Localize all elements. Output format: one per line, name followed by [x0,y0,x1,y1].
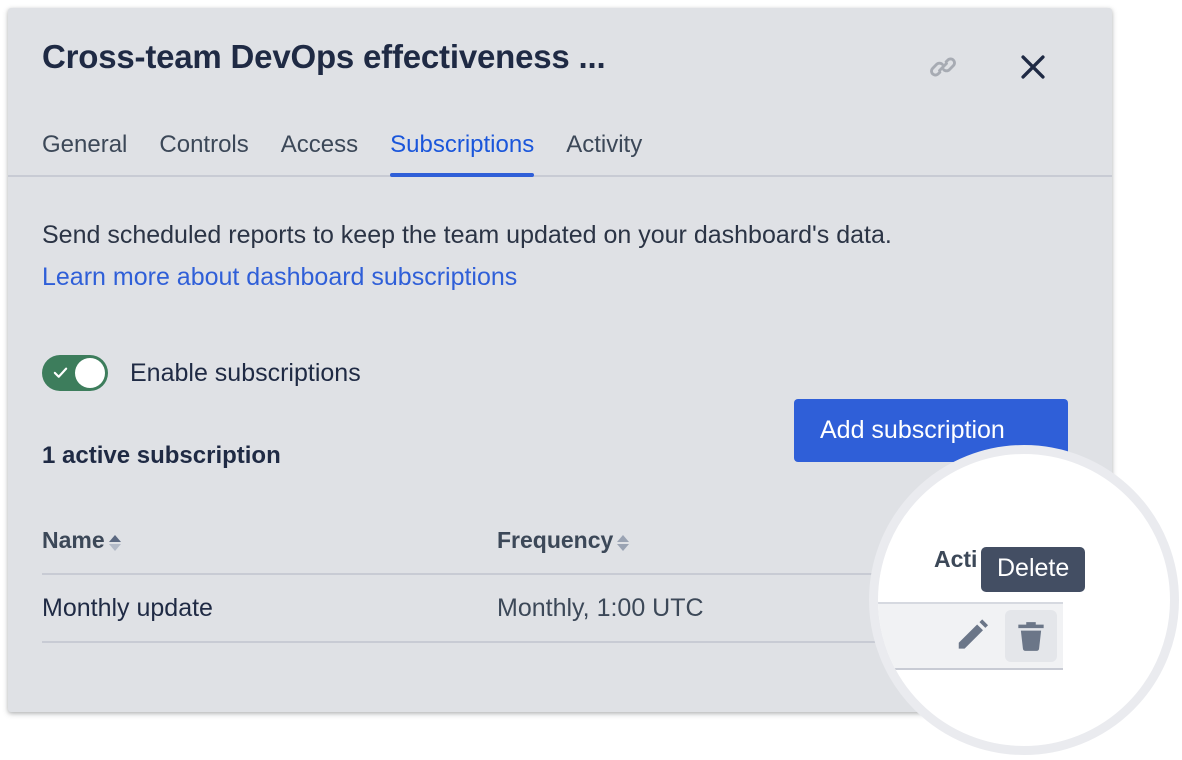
cell-subscription-name: Monthly update [42,593,213,622]
cell-subscription-actions [932,582,1068,634]
table-header-row: Name Frequency Actions [42,507,1068,575]
tab-access[interactable]: Access [265,131,374,175]
sort-arrows-name[interactable] [108,534,121,551]
tab-controls[interactable]: Controls [143,131,264,175]
column-header-name-label: Name [42,526,105,553]
subscriptions-table: Name Frequency Actions Monthly update Mo… [42,507,1068,643]
tab-general[interactable]: General [42,131,143,175]
column-header-actions: Actions [932,527,1086,554]
tab-subscriptions[interactable]: Subscriptions [374,131,550,177]
copy-link-button[interactable] [918,42,968,92]
edit-subscription-button[interactable] [954,582,1006,634]
trash-icon [1028,597,1048,620]
enable-subscriptions-label: Enable subscriptions [130,358,361,387]
sort-arrows-frequency[interactable] [617,534,630,551]
active-subscription-count: 1 active subscription [42,442,281,469]
cell-subscription-frequency: Monthly, 1:00 UTC [497,593,704,622]
link-icon [930,57,956,77]
column-header-frequency-label: Frequency [497,526,614,553]
learn-more-link[interactable]: Learn more about dashboard subscriptions [42,263,517,292]
column-header-actions-label: Actions [932,526,1017,553]
add-subscription-button[interactable]: Add subscription [794,399,1068,462]
enable-subscriptions-row: Enable subscriptions [42,355,361,391]
column-header-name[interactable]: Name [42,527,497,554]
sort-desc-icon [108,543,121,551]
subscriptions-dialog: Cross-team DevOps effectiveness ... Gene… [8,8,1112,712]
sort-asc-icon [617,534,630,542]
enable-subscriptions-toggle[interactable] [42,355,108,391]
close-button[interactable] [1008,42,1058,92]
intro-text: Send scheduled reports to keep the team … [42,221,892,249]
dialog-header: Cross-team DevOps effectiveness ... Gene… [8,8,1112,177]
delete-subscription-button[interactable] [1012,582,1064,634]
tab-activity[interactable]: Activity [550,131,658,175]
dialog-tabs: General Controls Access Subscriptions Ac… [42,131,658,177]
sort-asc-icon [108,534,121,542]
check-icon [53,367,68,378]
close-icon [1021,55,1045,79]
pencil-icon [968,594,992,618]
page-title: Cross-team DevOps effectiveness ... [42,38,606,75]
table-row[interactable]: Monthly update Monthly, 1:00 UTC [42,575,1068,643]
column-header-frequency[interactable]: Frequency [497,527,932,554]
toggle-knob [75,358,105,388]
sort-desc-icon [617,543,630,551]
